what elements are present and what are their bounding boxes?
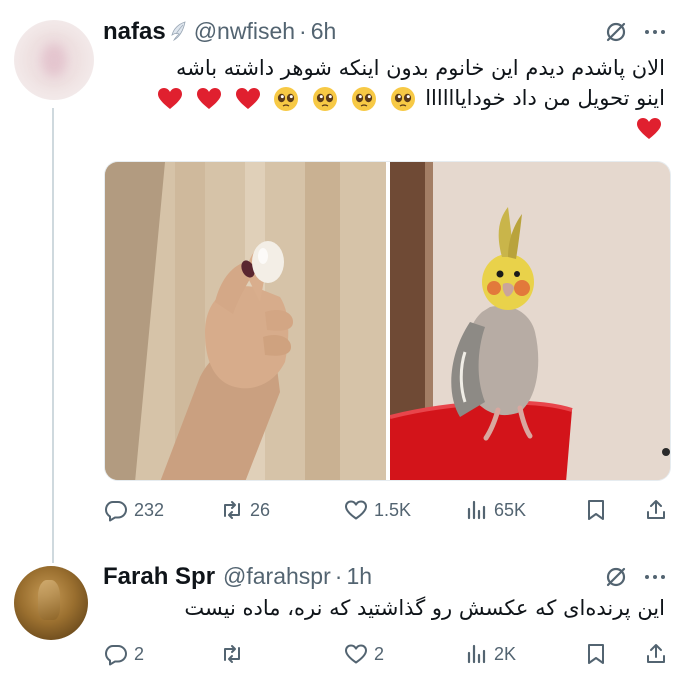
author-handle[interactable]: @farahspr	[223, 563, 331, 590]
views-count: 2K	[494, 643, 517, 664]
bookmark-icon	[588, 500, 604, 520]
retweet-arrows-icon	[224, 645, 240, 663]
like-count: 1.5K	[374, 499, 412, 520]
tweet-actions: 2 2 2K	[104, 640, 674, 668]
blurred-profile-image	[40, 42, 68, 78]
heart-outline-icon	[345, 644, 367, 664]
like-count: 2	[374, 643, 385, 664]
tweet-text-line-3	[633, 116, 665, 141]
red-heart-icon	[636, 117, 662, 141]
views-button[interactable]: 2K	[464, 640, 516, 668]
red-heart-icon	[235, 87, 261, 111]
timestamp[interactable]: 6h	[311, 18, 337, 45]
like-button[interactable]: 2	[344, 640, 384, 668]
timestamp[interactable]: 1h	[346, 563, 372, 590]
retweet-count: 26	[250, 499, 271, 520]
pleading-face-icon	[390, 86, 416, 112]
tweet-actions: 232 26 1.5K 65K	[104, 496, 674, 524]
grok-icon[interactable]	[604, 565, 628, 589]
angel-wing-emoji-icon	[170, 21, 188, 42]
tweet-text-line-2-words: اینو تحویل من داد خودایاااااا	[425, 86, 665, 110]
more-dots-icon[interactable]	[642, 20, 668, 44]
tweet-main[interactable]: nafas @nwfiseh · 6h الان پاشدم دیدم این …	[0, 0, 687, 548]
tweet-text-line-1: این پرنده‌ای که عکسش رو گذاشتید که نره، …	[184, 596, 665, 620]
retweet-arrows-icon	[224, 501, 240, 519]
reply-count: 2	[134, 643, 145, 664]
author-name[interactable]: nafas	[103, 18, 166, 46]
bookmark-button[interactable]	[584, 640, 614, 668]
tweet-text-line-1: الان پاشدم دیدم این خانوم بدون اینکه شوه…	[175, 56, 665, 80]
tweet-reply[interactable]: Farah Spr @farahspr · 1h این پرنده‌ای که…	[0, 548, 687, 693]
more-dots-icon[interactable]	[642, 565, 668, 589]
share-button[interactable]	[644, 640, 674, 668]
tweet-header: Farah Spr @farahspr · 1h	[103, 563, 372, 591]
hand-holding-egg-photo[interactable]	[105, 162, 386, 480]
grok-icon[interactable]	[604, 20, 628, 44]
pleading-face-icon	[273, 86, 299, 112]
coin-emboss-image	[38, 580, 60, 620]
speech-bubble-icon	[105, 501, 127, 522]
views-button[interactable]: 65K	[464, 496, 526, 524]
red-heart-icon	[157, 87, 183, 111]
separator-dot: ·	[334, 563, 343, 589]
bookmark-icon	[588, 644, 604, 664]
tweet-header: nafas @nwfiseh · 6h	[103, 18, 336, 46]
share-upload-icon	[647, 500, 665, 519]
author-handle[interactable]: @nwfiseh	[194, 18, 295, 45]
retweet-button[interactable]	[220, 640, 250, 668]
bookmark-button[interactable]	[584, 496, 614, 524]
avatar-farah-spr[interactable]	[14, 566, 88, 640]
pleading-face-icon	[351, 86, 377, 112]
share-button[interactable]	[644, 496, 674, 524]
views-count: 65K	[494, 499, 527, 520]
separator-dot: ·	[299, 18, 307, 44]
cockatiel-on-red-cup-photo[interactable]	[390, 162, 670, 480]
share-upload-icon	[647, 644, 665, 663]
like-button[interactable]: 1.5K	[344, 496, 411, 524]
tweet-text-line-2: اینو تحویل من داد خودایاااااا	[154, 86, 665, 112]
author-name[interactable]: Farah Spr	[103, 563, 215, 591]
avatar-nafas[interactable]	[14, 20, 94, 100]
tweet-media-grid	[104, 161, 671, 481]
retweet-button[interactable]: 26	[220, 496, 270, 524]
red-heart-icon	[196, 87, 222, 111]
bar-chart-icon	[467, 500, 486, 520]
reply-count: 232	[134, 499, 165, 520]
pleading-face-icon	[312, 86, 338, 112]
reply-button[interactable]: 2	[104, 640, 144, 668]
bar-chart-icon	[467, 644, 486, 664]
reply-button[interactable]: 232	[104, 496, 164, 524]
speech-bubble-icon	[105, 645, 127, 666]
heart-outline-icon	[345, 500, 367, 520]
